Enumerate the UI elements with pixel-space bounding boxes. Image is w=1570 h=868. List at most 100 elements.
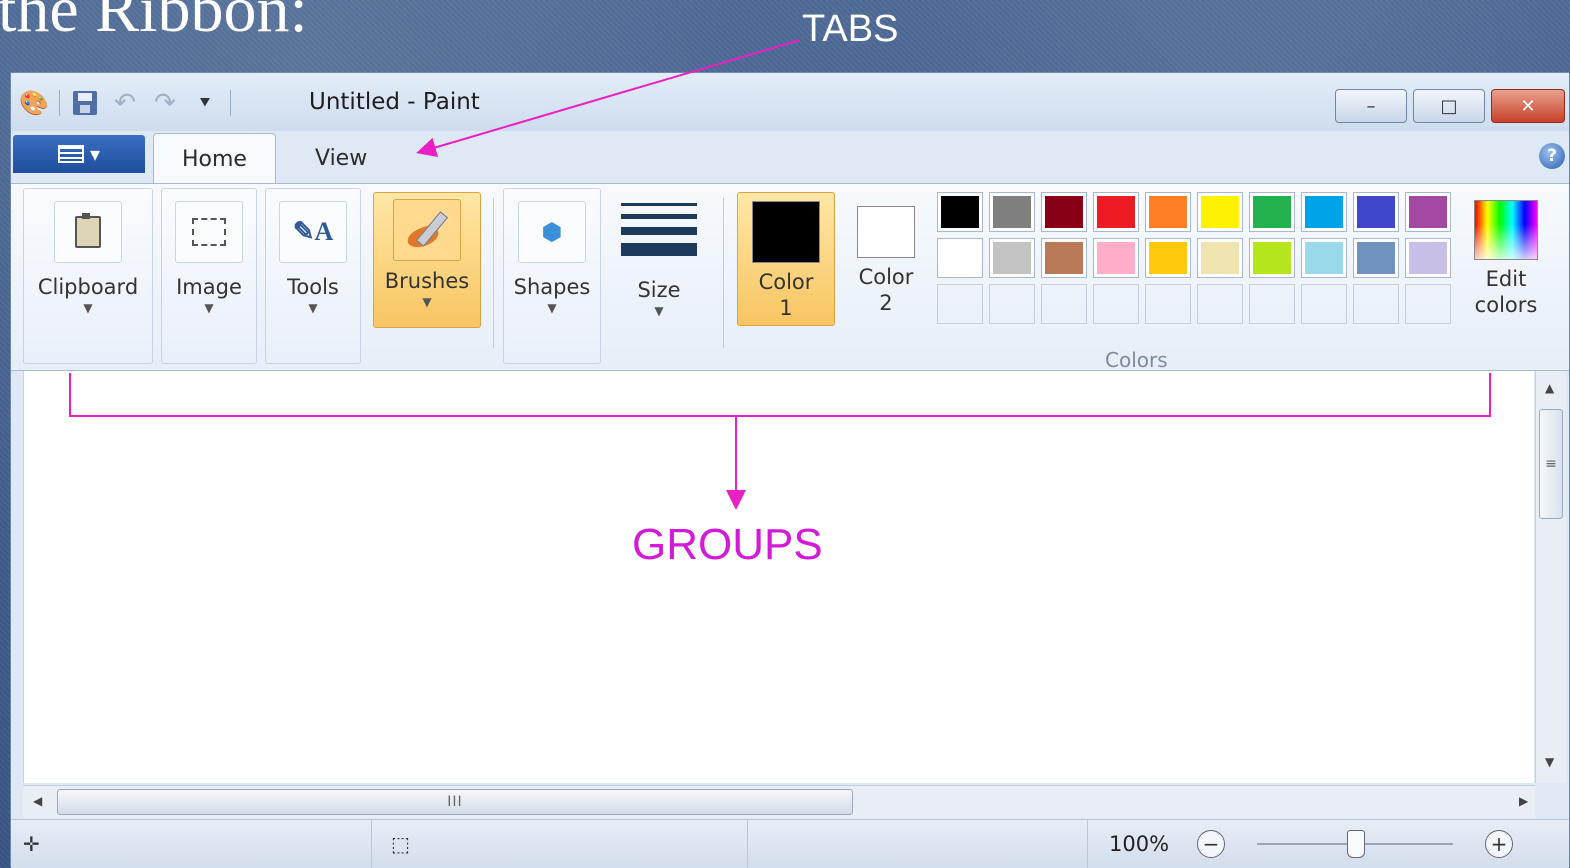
palette-color[interactable] <box>1353 192 1399 232</box>
redo-icon[interactable]: ↷ <box>150 88 180 118</box>
shapes-group[interactable]: ⬢ Shapes ▼ <box>503 188 601 364</box>
colors-group-label: Colors <box>1105 348 1168 372</box>
palette-swatch <box>1253 196 1291 228</box>
palette-color[interactable] <box>1249 238 1295 278</box>
shapes-button[interactable]: ⬢ <box>518 201 586 263</box>
palette-swatch <box>1201 242 1239 274</box>
palette-custom-slot[interactable] <box>1405 284 1451 324</box>
zoom-in-button[interactable]: + <box>1485 830 1513 858</box>
image-select-button[interactable] <box>175 201 243 263</box>
scroll-up-icon[interactable]: ▲ <box>1545 381 1554 395</box>
maximize-button[interactable]: □ <box>1413 89 1485 123</box>
palette-swatch <box>941 196 979 228</box>
palette-custom-slot[interactable] <box>937 284 983 324</box>
palette-custom-slot[interactable] <box>1301 284 1347 324</box>
close-button[interactable]: ✕ <box>1491 89 1565 123</box>
paint-menu-button[interactable]: ▾ <box>13 135 145 173</box>
scroll-left-icon[interactable]: ◀ <box>33 794 42 808</box>
paint-app-icon[interactable]: 🎨 <box>19 88 49 118</box>
palette-color[interactable] <box>937 192 983 232</box>
palette-color[interactable] <box>989 192 1035 232</box>
minimize-button[interactable]: – <box>1335 89 1407 123</box>
selection-size-icon: ⬚ <box>391 832 410 856</box>
palette-color[interactable] <box>1145 192 1191 232</box>
tab-home[interactable]: Home <box>153 133 276 184</box>
color2-button[interactable]: Color 2 <box>837 192 935 326</box>
palette-color[interactable] <box>1301 238 1347 278</box>
palette-swatch <box>1305 242 1343 274</box>
palette-color[interactable] <box>1405 192 1451 232</box>
palette-color[interactable] <box>937 238 983 278</box>
color1-label-line2: 1 <box>779 296 793 320</box>
brushes-label: Brushes <box>384 269 470 293</box>
chevron-down-icon: ▾ <box>89 142 101 166</box>
vertical-scroll-thumb[interactable]: ≡ <box>1539 409 1563 519</box>
size-line <box>621 214 697 219</box>
tools-button[interactable]: ✎A <box>279 201 347 263</box>
undo-icon[interactable]: ↶ <box>110 88 140 118</box>
color2-label-line1: Color <box>858 265 914 289</box>
size-group[interactable]: Size ▼ <box>611 188 707 364</box>
palette-color[interactable] <box>1093 192 1139 232</box>
palette-swatch <box>993 196 1031 228</box>
save-button[interactable] <box>70 88 100 118</box>
tools-group[interactable]: ✎A Tools ▼ <box>265 188 361 364</box>
palette-custom-slot[interactable] <box>1249 284 1295 324</box>
tools-label: Tools <box>287 275 339 299</box>
brushes-button[interactable] <box>393 199 461 261</box>
image-group[interactable]: Image ▼ <box>161 188 257 364</box>
palette-custom-slot[interactable] <box>1093 284 1139 324</box>
palette-color[interactable] <box>1405 238 1451 278</box>
tab-view[interactable]: View <box>287 133 395 183</box>
color1-swatch <box>752 201 820 263</box>
horizontal-scrollbar[interactable]: ◀ III ▶ <box>23 785 1535 818</box>
palette-swatch <box>1409 196 1447 228</box>
color1-label-line1: Color <box>758 270 814 294</box>
vertical-scrollbar[interactable]: ▲ ≡ ▼ <box>1535 371 1566 783</box>
help-icon[interactable]: ? <box>1539 143 1565 169</box>
palette-custom-slot[interactable] <box>1353 284 1399 324</box>
brushes-group[interactable]: Brushes ▼ <box>373 192 481 328</box>
slide-heading: the Ribbon: <box>0 0 308 46</box>
chevron-down-icon: ▼ <box>204 301 214 315</box>
palette-color[interactable] <box>1041 192 1087 232</box>
zoom-slider-thumb[interactable] <box>1347 830 1365 858</box>
palette-color[interactable] <box>1197 238 1243 278</box>
status-bar: ✛ ⬚ 100% − + <box>11 819 1569 868</box>
palette-swatch <box>993 242 1031 274</box>
scroll-down-icon[interactable]: ▼ <box>1545 755 1554 769</box>
palette-custom-slot[interactable] <box>989 284 1035 324</box>
move-cursor-icon: ✛ <box>23 832 40 856</box>
drawing-canvas[interactable] <box>23 371 1534 783</box>
palette-color[interactable] <box>1197 192 1243 232</box>
size-label: Size <box>637 278 681 302</box>
color1-button[interactable]: Color 1 <box>737 192 835 326</box>
shapes-icon: ⬢ <box>541 218 563 246</box>
clipboard-button[interactable] <box>54 201 122 263</box>
palette-swatch <box>1357 242 1395 274</box>
customize-qat-dropdown-icon[interactable]: ⯆ <box>190 88 220 118</box>
clipboard-group[interactable]: Clipboard ▼ <box>23 188 153 364</box>
size-lines-icon <box>621 203 697 256</box>
palette-color[interactable] <box>1093 238 1139 278</box>
palette-custom-slot[interactable] <box>1041 284 1087 324</box>
palette-color[interactable] <box>1145 238 1191 278</box>
palette-swatch <box>1045 196 1083 228</box>
palette-color[interactable] <box>1041 238 1087 278</box>
size-line <box>621 243 697 256</box>
palette-color[interactable] <box>1249 192 1295 232</box>
edit-colors-button[interactable]: Edit colors <box>1463 192 1549 318</box>
palette-color[interactable] <box>989 238 1035 278</box>
palette-swatch <box>1305 196 1343 228</box>
zoom-out-button[interactable]: − <box>1197 830 1225 858</box>
palette-swatch <box>1201 196 1239 228</box>
palette-custom-slot[interactable] <box>1145 284 1191 324</box>
size-line <box>621 227 697 235</box>
palette-custom-slot[interactable] <box>1197 284 1243 324</box>
clipboard-icon <box>75 213 101 248</box>
scroll-right-icon[interactable]: ▶ <box>1519 794 1528 808</box>
edit-colors-label-line2: colors <box>1474 293 1538 317</box>
palette-color[interactable] <box>1353 238 1399 278</box>
horizontal-scroll-thumb[interactable]: III <box>57 789 853 815</box>
palette-color[interactable] <box>1301 192 1347 232</box>
